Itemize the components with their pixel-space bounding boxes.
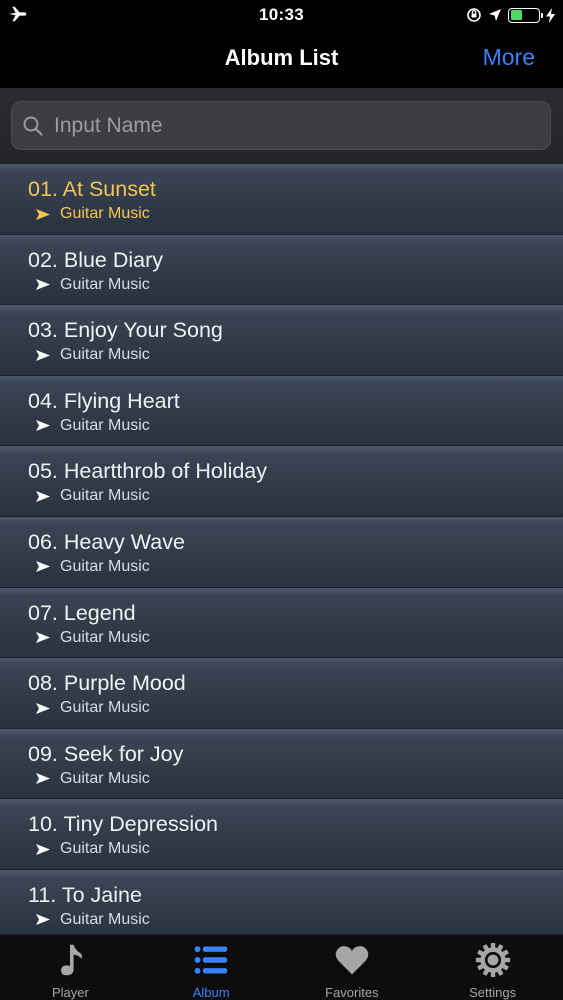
gear-icon: [475, 942, 510, 978]
album-title: 08. Purple Mood: [28, 671, 186, 696]
album-genre: Guitar Music: [36, 911, 150, 929]
album-title: 07. Legend: [28, 600, 136, 625]
album-title: 11. To Jaine: [28, 882, 142, 907]
album-row[interactable]: 09. Seek for Joy Guitar Music: [0, 728, 563, 800]
battery-cap: [541, 12, 543, 18]
album-row[interactable]: 06. Heavy Wave Guitar Music: [0, 516, 563, 588]
album-genre: Guitar Music: [36, 276, 150, 294]
tab-label: Album: [192, 985, 230, 1000]
album-genre-label: Guitar Music: [60, 628, 150, 646]
status-icons: [466, 5, 555, 25]
tab-favorites[interactable]: Favorites: [282, 935, 423, 1000]
search-input[interactable]: [54, 113, 534, 138]
tab-label: Favorites: [325, 985, 379, 1000]
play-arrow-icon: [36, 420, 50, 432]
album-genre-label: Guitar Music: [60, 416, 150, 434]
album-row[interactable]: 02. Blue Diary Guitar Music: [0, 234, 563, 306]
album-genre-label: Guitar Music: [60, 840, 150, 858]
album-genre: Guitar Music: [36, 205, 150, 223]
album-genre-label: Guitar Music: [60, 910, 150, 928]
tab-label: Settings: [469, 985, 517, 1000]
album-genre: Guitar Music: [36, 699, 150, 717]
play-arrow-icon: [36, 561, 50, 573]
search-box[interactable]: [11, 101, 551, 150]
music-note-icon: [61, 944, 83, 976]
album-genre-label: Guitar Music: [60, 346, 150, 364]
play-arrow-icon: [36, 843, 50, 855]
play-arrow-icon: [36, 490, 50, 502]
charging-bolt-icon: [546, 7, 555, 23]
tab-settings[interactable]: Settings: [422, 935, 563, 1000]
album-genre: Guitar Music: [36, 629, 150, 647]
heart-icon: [335, 946, 369, 975]
album-genre: Guitar Music: [36, 558, 150, 576]
album-genre-label: Guitar Music: [60, 769, 150, 787]
play-arrow-icon: [36, 773, 50, 785]
album-title: 03. Enjoy Your Song: [28, 318, 223, 343]
search-icon: [23, 116, 43, 136]
location-icon: [489, 9, 501, 21]
search-area: [0, 88, 563, 164]
album-title: 10. Tiny Depression: [28, 812, 219, 837]
navigation-bar: Album List More: [0, 30, 563, 88]
album-row[interactable]: 01. At Sunset Guitar Music: [0, 164, 563, 235]
album-genre-label: Guitar Music: [60, 205, 150, 222]
album-row[interactable]: 07. Legend Guitar Music: [0, 587, 563, 659]
orientation-lock-icon: [467, 8, 481, 22]
album-genre: Guitar Music: [36, 417, 150, 435]
list-icon: [194, 946, 228, 974]
album-genre: Guitar Music: [36, 840, 150, 858]
tab-player[interactable]: Player: [0, 935, 141, 1000]
album-genre-label: Guitar Music: [60, 699, 150, 717]
album-row[interactable]: 05. Heartthrob of Holiday Guitar Music: [0, 446, 563, 517]
album-title: 01. At Sunset: [28, 177, 156, 201]
play-arrow-icon: [36, 208, 50, 220]
battery-icon: [508, 7, 543, 23]
album-genre-label: Guitar Music: [60, 557, 150, 575]
album-genre-label: Guitar Music: [60, 487, 150, 505]
album-title: 02. Blue Diary: [28, 247, 164, 272]
status-bar: 10:33: [0, 0, 563, 30]
album-genre: Guitar Music: [36, 487, 150, 505]
more-button[interactable]: More: [483, 44, 535, 71]
page-title: Album List: [224, 45, 339, 70]
album-title: 09. Seek for Joy: [28, 741, 184, 766]
album-row[interactable]: 11. To Jaine Guitar Music: [0, 869, 563, 934]
album-genre: Guitar Music: [36, 346, 150, 364]
album-genre: Guitar Music: [36, 770, 150, 788]
tab-bar: Player Album Favorites Settings: [0, 934, 563, 1000]
album-row[interactable]: 10. Tiny Depression Guitar Music: [0, 799, 563, 870]
play-arrow-icon: [36, 279, 50, 291]
album-title: 04. Flying Heart: [28, 388, 180, 413]
play-arrow-icon: [36, 914, 50, 926]
album-row[interactable]: 03. Enjoy Your Song Guitar Music: [0, 305, 563, 376]
album-list: 01. At Sunset Guitar Music 02. Blue Diary G…: [0, 164, 563, 934]
album-row[interactable]: 04. Flying Heart Guitar Music: [0, 375, 563, 447]
album-genre-label: Guitar Music: [60, 275, 150, 293]
tab-label: Player: [51, 985, 89, 1000]
album-title: 05. Heartthrob of Holiday: [28, 459, 268, 484]
battery-level: [510, 10, 522, 20]
play-arrow-icon: [36, 349, 50, 361]
play-arrow-icon: [36, 632, 50, 644]
play-arrow-icon: [36, 702, 50, 714]
album-row[interactable]: 08. Purple Mood Guitar Music: [0, 658, 563, 729]
album-title: 06. Heavy Wave: [28, 529, 185, 554]
tab-album[interactable]: Album: [141, 935, 282, 1000]
